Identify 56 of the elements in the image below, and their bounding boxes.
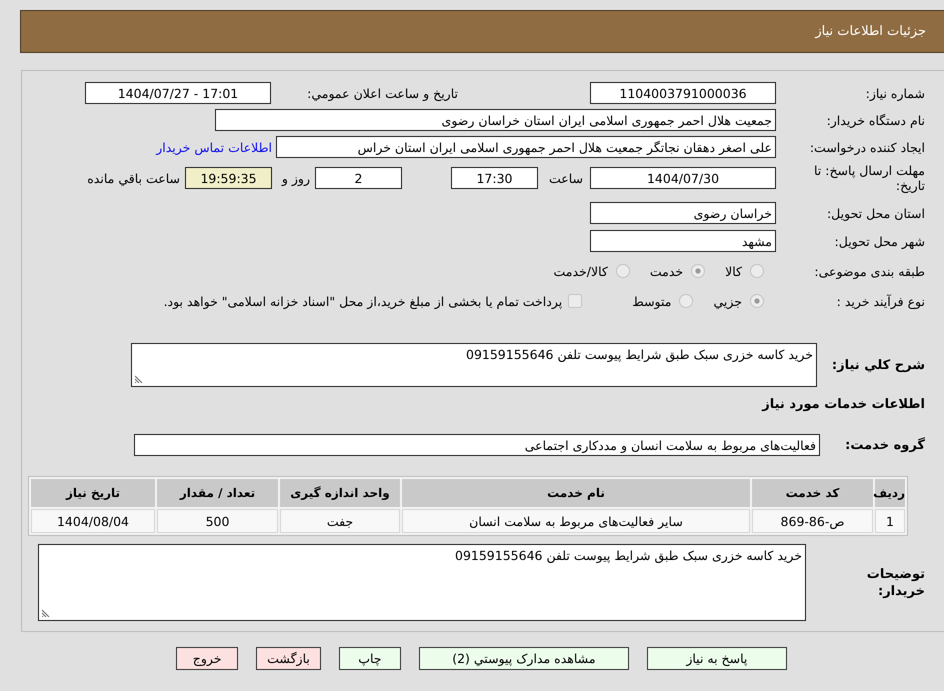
column-header: تاریخ نیاز <box>31 479 155 507</box>
buyer-org-field[interactable]: جمعیت هلال احمر جمهوری اسلامی ایران استان خراسان رضوی <box>215 109 776 131</box>
column-header: نام خدمت <box>402 479 750 507</box>
resize-grip-icon[interactable] <box>42 609 50 617</box>
action-button[interactable]: مشاهده مدارک پیوستي (2) <box>418 647 629 670</box>
column-header: ردیف <box>875 479 905 507</box>
table-cell: ص-86-869 <box>752 509 873 533</box>
option-label: کالا/خدمت <box>553 264 608 278</box>
column-header: کد خدمت <box>752 479 873 507</box>
field-label: ایجاد کننده درخواست: <box>810 140 925 154</box>
page-title: جزئیات اطلاعات نیاز <box>815 24 926 39</box>
column-header: واحد اندازه گیری <box>280 479 400 507</box>
field-label: ساعت باقي مانده <box>87 170 180 186</box>
contact-link[interactable]: اطلاعات تماس خریدار <box>156 140 272 154</box>
action-button[interactable]: چاپ <box>338 647 401 670</box>
city-field[interactable]: مشهد <box>590 230 776 252</box>
need-number-field[interactable]: 1104003791000036 <box>590 82 776 104</box>
table-cell: 1 <box>875 509 905 533</box>
buyer-notes-field[interactable]: خرید کاسه خزری سبک طبق شرایط پیوست تلفن 09159155646 <box>38 544 806 621</box>
field-label: مهلت ارسال پاسخ: تا تاریخ: <box>813 163 925 193</box>
deadline-date-field[interactable]: 1404/07/30 <box>590 167 776 189</box>
table-cell: 500 <box>157 509 278 533</box>
action-button[interactable]: بازگشت <box>256 647 321 670</box>
days-field[interactable]: 2 <box>315 167 402 189</box>
checkbox-label: پرداخت تمام یا بخشی از مبلغ خرید،از محل "اسناد خزانه اسلامی" خواهد بود. <box>164 294 562 308</box>
section-title: اطلاعات خدمات مورد نیاز <box>762 396 925 414</box>
remaining-time-field[interactable]: 19:59:35 <box>185 167 272 189</box>
field-label: گروه خدمت: <box>845 438 925 452</box>
field-label: طبقه بندی موضوعی: <box>814 264 925 278</box>
field-label: ساعت <box>548 170 583 186</box>
option-label: کالا <box>725 264 742 278</box>
action-button[interactable]: پاسخ به نیاز <box>646 647 787 670</box>
field-label: شهر محل تحویل: <box>834 234 925 248</box>
option-label: متوسط <box>632 294 672 308</box>
field-label: نام دستگاه خریدار: <box>826 112 925 128</box>
option-label: خدمت <box>650 264 684 278</box>
field-label: شماره نیاز: <box>866 86 925 100</box>
action-button[interactable]: خروج <box>176 647 238 670</box>
field-label: روز و <box>282 170 310 186</box>
description-field[interactable]: خرید کاسه خزری سبک طبق شرایط پیوست تلفن 09159155646 <box>131 343 817 387</box>
field-label: نوع فرآیند خرید : <box>836 294 925 308</box>
announce-date-field[interactable]: 1404/07/27 - 17:01 <box>85 82 271 104</box>
service-group-field[interactable]: فعالیت‌های مربوط به سلامت انسان و مددکاری اجتماعی <box>134 434 820 456</box>
table-cell: 1404/08/04 <box>31 509 155 533</box>
option-label: جزيي <box>713 294 742 308</box>
deadline-time-field[interactable]: 17:30 <box>451 167 538 189</box>
requester-field[interactable]: علی اصغر دهقان نجاتگر جمعیت هلال احمر جمهوری اسلامی ایران استان خراس <box>276 136 776 158</box>
field-label: استان محل تحویل: <box>826 206 925 220</box>
resize-grip-icon[interactable] <box>135 375 143 383</box>
field-label: تاریخ و ساعت اعلان عمومي: <box>307 86 458 100</box>
field-label: توضیحات خریدار: <box>866 566 925 600</box>
table-cell: سایر فعالیت‌های مربوط به سلامت انسان <box>402 509 750 533</box>
column-header: تعداد / مقدار <box>157 479 278 507</box>
field-label: شرح کلي نیاز: <box>832 358 925 372</box>
province-field[interactable]: خراسان رضوی <box>590 202 776 224</box>
table-cell: جفت <box>280 509 400 533</box>
